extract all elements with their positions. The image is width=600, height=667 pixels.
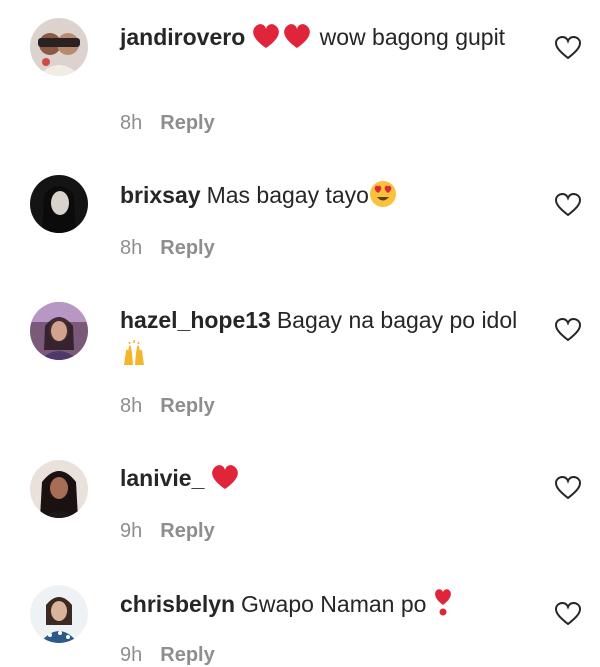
avatar[interactable] <box>30 302 88 360</box>
comment-message: Gwapo Naman po <box>241 591 427 617</box>
reply-button[interactable]: Reply <box>160 520 214 542</box>
comment-username[interactable]: chrisbelyn <box>120 591 235 617</box>
comment-time: 8h <box>120 237 143 259</box>
comment-text: jandirovero wow bagong gupit <box>120 20 520 59</box>
comment-text: hazel_hope13 Bagay na bagay po idol <box>120 303 520 376</box>
heart-exclamation-emoji <box>433 587 453 626</box>
comment-message: Mas bagay tayo <box>206 182 369 208</box>
comment-meta: 8h Reply <box>120 237 215 260</box>
red-heart-emoji <box>210 463 240 500</box>
two-red-hearts-emoji <box>251 22 313 59</box>
comment-time: 9h <box>120 520 143 542</box>
comment-text: lanivie_ <box>120 461 520 500</box>
comment-time: 8h <box>120 395 143 417</box>
heart-eyes-emoji <box>369 180 397 217</box>
avatar[interactable] <box>30 175 88 233</box>
avatar[interactable] <box>30 585 88 643</box>
comment-meta: 8h Reply <box>120 112 215 135</box>
like-heart-icon[interactable] <box>554 317 582 342</box>
comment-text: brixsay Mas bagay tayo <box>120 178 520 217</box>
comment-meta: 9h Reply <box>120 644 215 667</box>
comment-username[interactable]: jandirovero <box>120 24 245 50</box>
comment-time: 8h <box>120 112 143 134</box>
reply-button[interactable]: Reply <box>160 395 214 417</box>
avatar[interactable] <box>30 460 88 518</box>
comment-username[interactable]: brixsay <box>120 182 201 208</box>
like-heart-icon[interactable] <box>554 35 582 60</box>
avatar[interactable] <box>30 18 88 76</box>
like-heart-icon[interactable] <box>554 601 582 626</box>
reply-button[interactable]: Reply <box>160 237 214 259</box>
reply-button[interactable]: Reply <box>160 644 214 666</box>
reply-button[interactable]: Reply <box>160 112 214 134</box>
comment-meta: 9h Reply <box>120 520 215 543</box>
comment-time: 9h <box>120 644 143 666</box>
comment-message: Bagay na bagay po idol <box>276 307 518 333</box>
comment-message: wow bagong gupit <box>319 24 506 50</box>
comment-text: chrisbelyn Gwapo Naman po <box>120 587 520 626</box>
comment-username[interactable]: hazel_hope13 <box>120 307 271 333</box>
raised-hands-emoji <box>120 339 148 376</box>
like-heart-icon[interactable] <box>554 192 582 217</box>
like-heart-icon[interactable] <box>554 475 582 500</box>
comment-username[interactable]: lanivie_ <box>120 465 204 491</box>
comment-meta: 8h Reply <box>120 395 215 418</box>
